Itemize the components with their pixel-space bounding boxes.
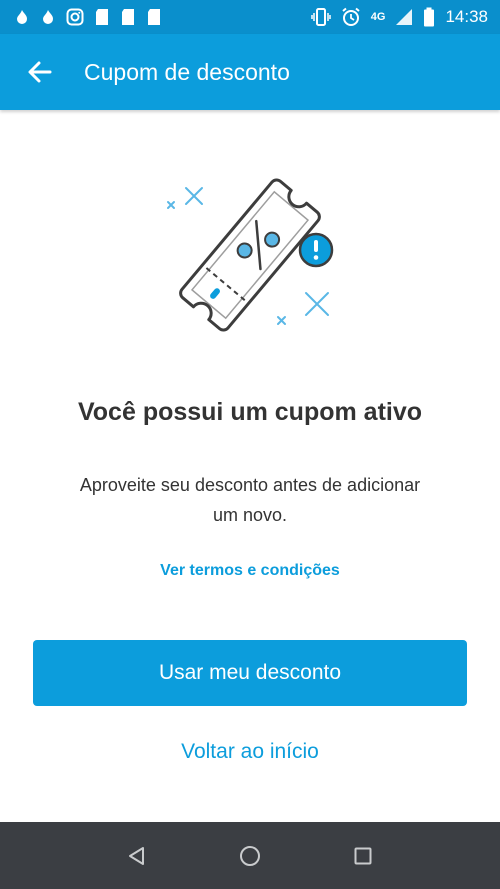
arrow-left-icon [28,61,52,83]
use-discount-button[interactable]: Usar meu desconto [33,640,467,706]
recents-square-icon [354,847,372,864]
home-circle-icon [239,845,260,866]
nav-recents-button[interactable] [333,826,393,886]
status-bar: 4G 14:38 [0,0,500,34]
status-right-icons: 4G 14:38 [311,7,488,27]
flame-icon [43,10,53,24]
sd-card-icon [96,9,108,25]
alarm-icon [342,7,360,26]
nav-back-button[interactable] [107,826,167,886]
battery-icon [424,7,435,27]
page-title: Cupom de desconto [84,58,290,85]
description-line: um novo. [212,505,288,525]
back-to-home-link[interactable]: Voltar ao início [0,740,500,764]
description-text: Aproveite seu desconto antes de adiciona… [40,470,460,530]
sd-card-icon [148,9,160,25]
app-bar: Cupom de desconto [0,34,500,110]
signal-icon [396,9,413,25]
back-triangle-icon [128,846,144,865]
back-button[interactable] [0,34,80,110]
status-time: 14:38 [445,7,488,26]
instagram-icon [66,8,84,26]
status-left-icons [14,8,162,26]
flame-icon [17,10,27,24]
description-line: Aproveite seu desconto antes de adiciona… [79,475,421,495]
system-nav-bar [0,822,500,889]
coupon-ticket-icon [167,178,334,332]
terms-link[interactable]: Ver termos e condições [0,562,500,580]
sd-card-icon [122,9,134,25]
network-type-label: 4G [370,11,386,23]
nav-home-button[interactable] [220,826,280,886]
vibrate-icon [311,8,331,26]
headline: Você possui um cupom ativo [77,398,423,426]
